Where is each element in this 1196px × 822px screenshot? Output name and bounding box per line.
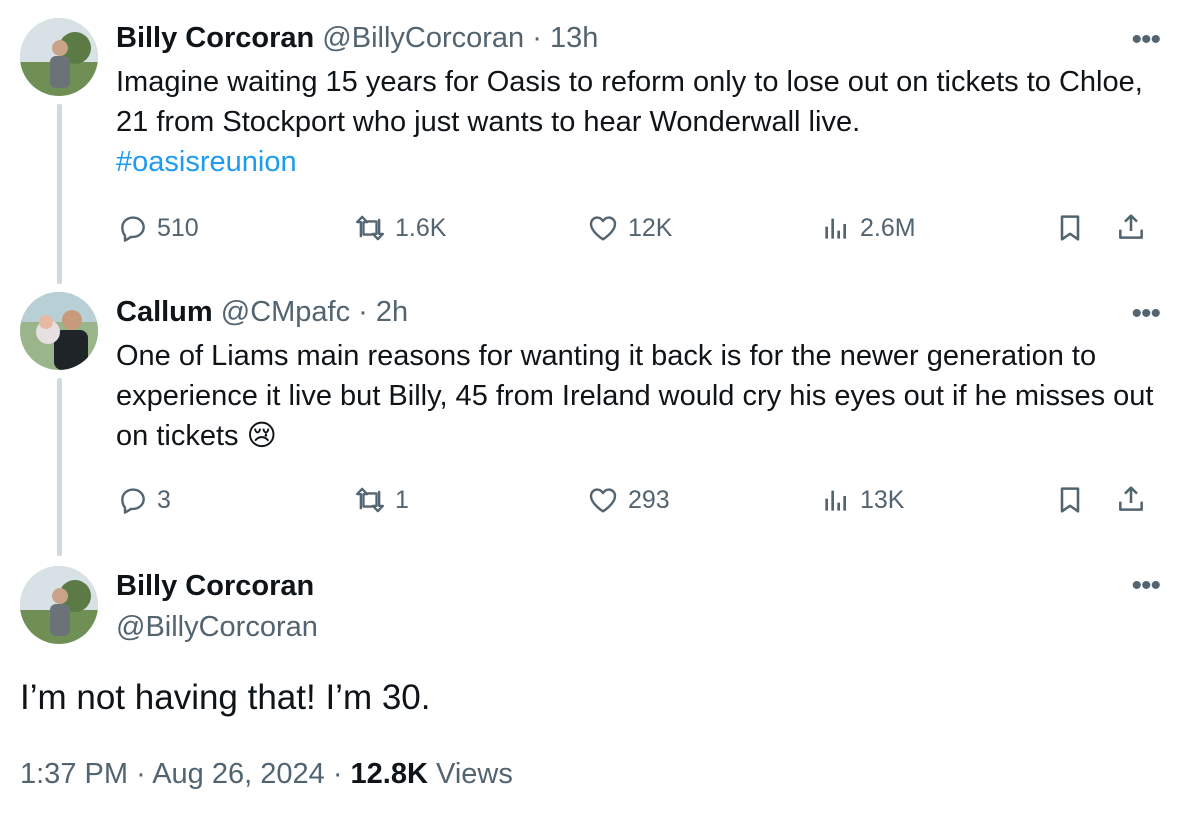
tweet-text: Imagine waiting 15 years for Oasis to re… xyxy=(116,62,1166,182)
reply-count: 3 xyxy=(157,485,171,514)
author-handle[interactable]: @BillyCorcoran xyxy=(116,607,318,647)
like-count: 293 xyxy=(628,485,670,514)
retweet-icon xyxy=(356,215,384,241)
timestamp[interactable]: 13h xyxy=(550,22,598,54)
avatar[interactable] xyxy=(20,566,98,644)
post-date[interactable]: Aug 26, 2024 xyxy=(152,758,325,790)
timestamp[interactable]: 2h xyxy=(376,296,408,328)
views-icon xyxy=(825,218,846,239)
post-time[interactable]: 1:37 PM xyxy=(20,758,128,790)
reply-icon xyxy=(121,216,145,242)
separator: · xyxy=(358,296,368,328)
like-icon xyxy=(589,216,617,241)
thread-line xyxy=(57,104,62,284)
reply-button[interactable]: 510 xyxy=(117,212,199,244)
author-name[interactable]: Billy Corcoran xyxy=(116,22,314,54)
retweet-count: 1.6K xyxy=(395,213,447,242)
views-label: Views xyxy=(436,758,513,790)
hashtag-link[interactable]: #oasisreunion xyxy=(116,146,297,178)
tweet-header: Billy Corcoran @BillyCorcoran · 13h xyxy=(116,20,598,56)
bookmark-icon[interactable] xyxy=(1054,212,1086,249)
views-count: 12.8K xyxy=(350,758,428,790)
share-icon[interactable] xyxy=(1115,483,1147,520)
tweet-meta: 1:37 PM · Aug 26, 2024 · 12.8K Views xyxy=(20,754,513,794)
tweet-body: I’m not having that! I’m 30. xyxy=(20,678,431,717)
separator: · xyxy=(532,22,542,54)
reply-icon xyxy=(121,488,145,514)
retweet-button[interactable]: 1 xyxy=(353,484,409,516)
tweet-header: Callum @CMpafc · 2h xyxy=(116,294,408,330)
author-name[interactable]: Callum xyxy=(116,296,213,328)
more-icon[interactable]: ••• xyxy=(1131,25,1160,55)
views-count: 13K xyxy=(860,485,905,514)
views-button[interactable]: 2.6M xyxy=(820,212,916,244)
like-button[interactable]: 12K xyxy=(586,212,672,244)
views-button[interactable]: 13K xyxy=(820,484,904,516)
views-icon xyxy=(825,490,846,511)
bookmark-icon[interactable] xyxy=(1054,484,1086,521)
share-icon[interactable] xyxy=(1115,211,1147,248)
retweet-icon xyxy=(356,487,384,513)
like-button[interactable]: 293 xyxy=(586,484,670,516)
reply-button[interactable]: 3 xyxy=(117,484,171,516)
author-name[interactable]: Billy Corcoran xyxy=(116,566,314,606)
retweet-button[interactable]: 1.6K xyxy=(353,212,446,244)
views-count: 2.6M xyxy=(860,213,916,242)
avatar[interactable] xyxy=(20,292,98,370)
more-icon[interactable]: ••• xyxy=(1131,299,1160,329)
like-count: 12K xyxy=(628,213,673,242)
thread-line xyxy=(57,378,62,556)
like-icon xyxy=(589,488,617,513)
tweet-body: Imagine waiting 15 years for Oasis to re… xyxy=(116,66,1143,138)
crying-emoji: 😢 xyxy=(246,420,277,452)
author-handle[interactable]: @BillyCorcoran xyxy=(322,22,524,54)
avatar[interactable] xyxy=(20,18,98,96)
separator: · xyxy=(332,758,343,790)
retweet-count: 1 xyxy=(395,485,409,514)
author-handle[interactable]: @CMpafc xyxy=(221,296,350,328)
tweet-text: One of Liams main reasons for wanting it… xyxy=(116,336,1166,456)
more-icon[interactable]: ••• xyxy=(1131,571,1160,601)
reply-count: 510 xyxy=(157,213,199,242)
separator: · xyxy=(136,758,146,790)
